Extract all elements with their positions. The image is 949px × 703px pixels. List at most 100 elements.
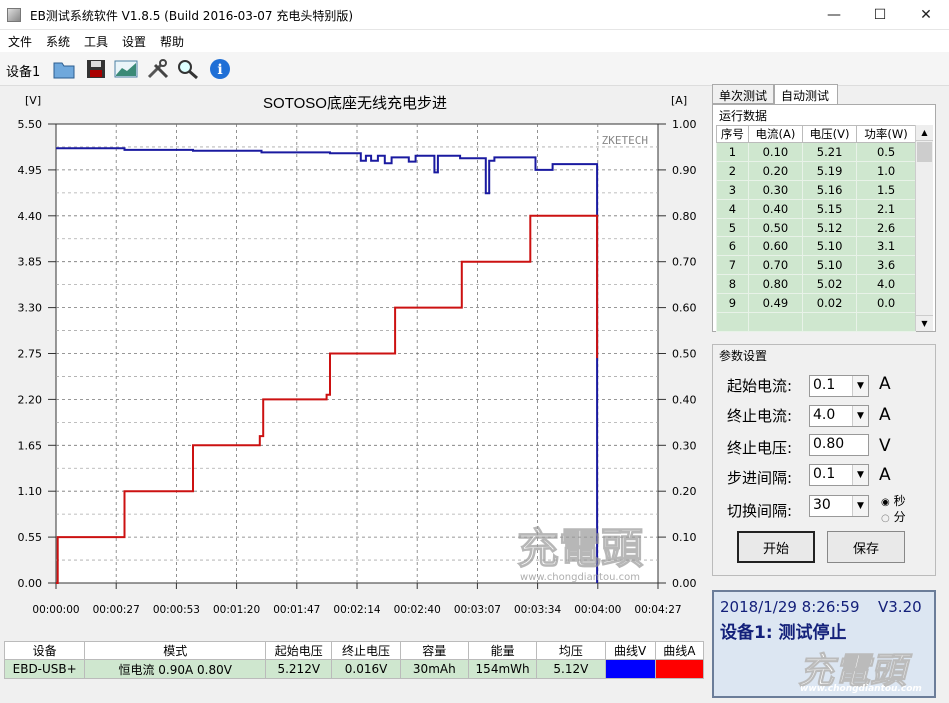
start-current-select[interactable]: 0.1 ▼ (809, 375, 869, 397)
table-cell (801, 312, 858, 332)
run-data-header[interactable]: 序号 (716, 125, 749, 143)
table-row[interactable]: 5 0.50 5.12 2.6 (716, 217, 916, 238)
run-data-header[interactable]: 电压(V) (801, 125, 858, 143)
chevron-down-icon[interactable]: ▼ (852, 496, 868, 516)
summary-row[interactable]: EBD-USB+ 恒电流 0.90A 0.80V 5.212V 0.016V 3… (3, 659, 705, 679)
radio-checked-icon: ◉ (881, 497, 890, 508)
table-row[interactable]: 1 0.10 5.21 0.5 (716, 142, 916, 162)
left-tick-label: 1.65 (18, 439, 43, 452)
summary-header: 起始电压 (265, 641, 333, 660)
summary-end-voltage: 0.016V (331, 659, 401, 679)
menu-system[interactable]: 系统 (46, 33, 70, 50)
x-tick-label: 00:04:27 (634, 604, 681, 616)
chart-watermark-logo: 充電頭 (517, 524, 644, 573)
right-tick-label: 0.10 (672, 531, 697, 544)
summary-header: 容量 (399, 641, 469, 660)
table-row[interactable]: 9 0.49 0.02 0.0 (716, 293, 916, 314)
save-button[interactable]: 保存 (827, 531, 905, 563)
table-cell: 0.5 (856, 142, 916, 162)
left-tick-label: 0.55 (18, 531, 43, 544)
chevron-down-icon[interactable]: ▼ (852, 376, 868, 396)
table-cell: 3.6 (856, 255, 916, 276)
curve-v-swatch[interactable] (604, 659, 656, 679)
summary-avg-voltage: 5.12V (536, 659, 606, 679)
right-tick-label: 0.60 (672, 302, 697, 315)
chevron-down-icon[interactable]: ▼ (852, 406, 868, 426)
param-title: 参数设置 (719, 349, 768, 363)
table-row[interactable]: 6 0.60 5.10 3.1 (716, 236, 916, 257)
table-cell: 5.12 (801, 217, 858, 238)
step-select[interactable]: 0.1 ▼ (809, 464, 869, 486)
radio-seconds[interactable]: ◉ 秒 (881, 492, 906, 509)
x-tick-label: 00:00:00 (32, 604, 79, 616)
table-row[interactable]: 7 0.70 5.10 3.6 (716, 255, 916, 276)
search-icon[interactable] (174, 55, 202, 83)
status-panel: 2018/1/29 8:26:59 V3.20 设备1: 测试停止 充電頭 ww… (712, 590, 936, 698)
radio-minutes[interactable]: ○ 分 (881, 508, 906, 525)
table-row[interactable]: 8 0.80 5.02 4.0 (716, 274, 916, 295)
end-voltage-input[interactable]: 0.80 (809, 434, 869, 456)
menu-file[interactable]: 文件 (8, 33, 32, 50)
info-icon[interactable]: i (206, 55, 234, 83)
param-group: 参数设置 起始电流: 0.1 ▼ A 终止电流: 4.0 ▼ A 终止电压: 0.8… (712, 344, 936, 576)
tab-single-test[interactable]: 单次测试 (712, 84, 774, 104)
switch-select[interactable]: 30 ▼ (809, 495, 869, 517)
summary-start-voltage: 5.212V (265, 659, 333, 679)
title-bar: EB测试系统软件 V1.8.5 (Build 2016-03-07 充电头特别版… (0, 0, 949, 30)
menu-help[interactable]: 帮助 (160, 33, 184, 50)
table-cell: 1.5 (856, 179, 916, 200)
summary-device: EBD-USB+ (3, 659, 86, 679)
app-icon (7, 8, 21, 22)
end-voltage-value: 0.80 (813, 436, 845, 452)
right-tick-label: 0.80 (672, 210, 697, 223)
scroll-thumb[interactable] (917, 142, 932, 162)
left-tick-label: 3.30 (18, 302, 43, 315)
save-icon[interactable] (82, 55, 110, 83)
table-cell (716, 312, 749, 332)
run-data-header[interactable]: 功率(W) (856, 125, 916, 143)
run-data-scrollbar[interactable]: ▲ ▼ (915, 125, 933, 331)
scroll-down-icon[interactable]: ▼ (916, 315, 933, 331)
device-selector[interactable]: 设备1 (6, 61, 40, 80)
start-button[interactable]: 开始 (737, 531, 815, 563)
table-cell: 2 (716, 160, 749, 181)
x-tick-label: 00:01:20 (213, 604, 260, 616)
summary-table: 设备 模式 起始电压 终止电压 容量 能量 均压 曲线V 曲线A EBD-USB+ 恒电流 0.… (3, 641, 705, 679)
curve-a-swatch[interactable] (654, 659, 705, 679)
right-tick-label: 0.00 (672, 577, 697, 590)
folder-icon[interactable] (50, 55, 78, 83)
table-cell: 1 (716, 142, 749, 162)
table-cell: 0.40 (747, 198, 804, 219)
left-tick-label: 4.40 (18, 210, 43, 223)
table-cell: 0.50 (747, 217, 804, 238)
switch-label: 切换间隔: (727, 502, 793, 520)
table-cell: 3 (716, 179, 749, 200)
summary-header: 设备 (3, 641, 86, 660)
maximize-button[interactable]: ☐ (857, 0, 903, 30)
chart-watermark-url: www.chongdiantou.com (520, 572, 640, 583)
run-data-header[interactable]: 电流(A) (747, 125, 804, 143)
minimize-button[interactable]: — (811, 0, 857, 30)
table-row[interactable]: 4 0.40 5.15 2.1 (716, 198, 916, 219)
left-tick-label: 2.75 (18, 348, 43, 361)
run-data-group: 运行数据 序号 电流(A) 电压(V) 功率(W) 1 0.10 5.21 0.5 2 0.20… (712, 104, 936, 332)
x-tick-label: 00:01:47 (273, 604, 320, 616)
tab-auto-test[interactable]: 自动测试 (774, 84, 838, 104)
table-row[interactable]: 3 0.30 5.16 1.5 (716, 179, 916, 200)
end-current-select[interactable]: 4.0 ▼ (809, 405, 869, 427)
table-cell: 1.0 (856, 160, 916, 181)
radio-unchecked-icon: ○ (881, 513, 890, 524)
scroll-up-icon[interactable]: ▲ (916, 125, 933, 141)
tab-strip: 单次测试 自动测试 (712, 84, 936, 104)
close-button[interactable]: ✕ (903, 0, 949, 30)
x-tick-label: 00:00:53 (153, 604, 200, 616)
status-message: 设备1: 测试停止 (720, 623, 847, 643)
tools-icon[interactable] (144, 55, 172, 83)
table-cell: 5.10 (801, 255, 858, 276)
menu-tools[interactable]: 工具 (84, 33, 108, 50)
status-version: V3.20 (878, 598, 922, 616)
chevron-down-icon[interactable]: ▼ (852, 465, 868, 485)
menu-settings[interactable]: 设置 (122, 33, 146, 50)
chart-icon[interactable] (112, 55, 140, 83)
table-row[interactable]: 2 0.20 5.19 1.0 (716, 160, 916, 181)
